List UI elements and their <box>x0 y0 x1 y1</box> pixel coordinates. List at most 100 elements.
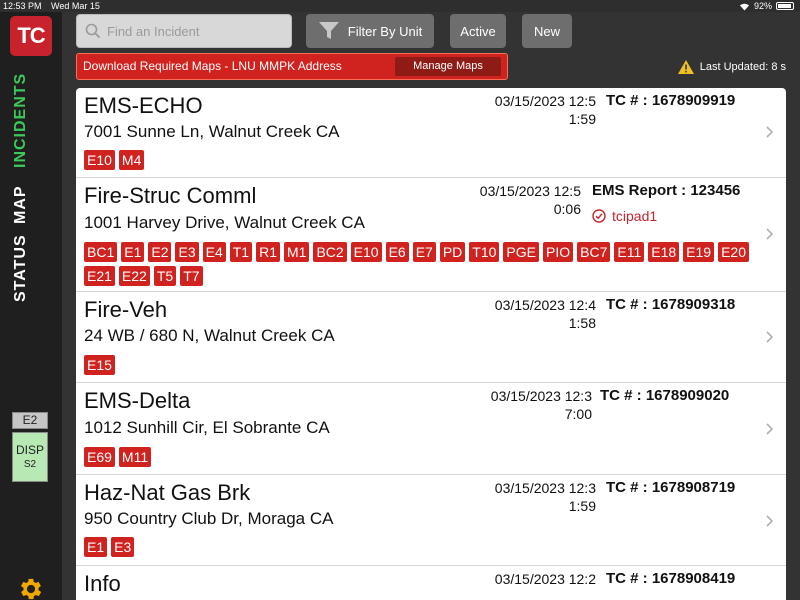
incident-type: Fire-Struc Comml <box>84 183 257 208</box>
unit-list: E10 M4 <box>84 150 764 170</box>
unit-list: E15 <box>84 355 764 375</box>
incident-address: 950 Country Club Dr, Moraga CA <box>84 509 334 528</box>
status-time: 12:53 PM <box>3 1 42 11</box>
unit-list: E69 M11 <box>84 447 764 467</box>
incident-row[interactable]: Fire-Veh 24 WB / 680 N, Walnut Creek CA … <box>76 292 786 383</box>
incident-list: EMS-ECHO 7001 Sunne Ln, Walnut Creek CA … <box>76 88 786 600</box>
unit-badge: E11 <box>614 242 645 262</box>
unit-badge: BC7 <box>577 242 611 262</box>
unit-badge: E15 <box>84 355 115 375</box>
incident-datetime-line2: 0:06 <box>553 201 581 217</box>
chevron-right-icon <box>766 126 774 138</box>
incident-datetime: 03/15/2023 12:3 7:00 <box>491 387 592 423</box>
unit-badge: T1 <box>229 242 253 262</box>
incident-ems-user: tcipad1 <box>592 208 657 224</box>
unit-badge: T10 <box>469 242 500 262</box>
incident-address: 1012 Sunhill Cir, El Sobrante CA <box>84 418 330 437</box>
incident-datetime: 03/15/2023 12:5 1:59 <box>495 92 596 128</box>
chevron-right-icon <box>766 331 774 343</box>
device-status-bar: 12:53 PM Wed Mar 15 92% <box>0 0 800 12</box>
incident-datetime-line2: 7:00 <box>564 406 592 422</box>
unit-badge: T5 <box>153 266 177 286</box>
incident-type: EMS-ECHO <box>84 93 203 118</box>
battery-percent: 92% <box>753 1 772 11</box>
app-logo: TC <box>10 16 52 56</box>
incident-datetime-line2: 1:59 <box>568 111 596 127</box>
unit-badge: PIO <box>543 242 574 262</box>
dispatch-status-button[interactable]: DISP S2 <box>12 432 48 482</box>
unit-badge: BC2 <box>313 242 347 262</box>
last-updated-text: Last Updated: 8 s <box>699 61 786 73</box>
dispatch-status-sub: S2 <box>23 459 37 470</box>
incident-row[interactable]: Info 03/15/2023 12:2 TC # : 1678908419 <box>76 566 786 600</box>
incident-tc-number: TC # : 1678908719 <box>606 479 736 496</box>
incident-address: 7001 Sunne Ln, Walnut Creek CA <box>84 122 340 141</box>
unit-list: BC1 E1 E2 E3 E4 T1 R1 M1 BC2 E10 E6 E7 P… <box>84 242 764 286</box>
unit-badge: E22 <box>118 266 150 286</box>
unit-badge: E6 <box>385 242 409 262</box>
search-box[interactable] <box>76 14 292 48</box>
incident-type: Haz-Nat Gas Brk <box>84 480 251 505</box>
incident-datetime: 03/15/2023 12:3 1:59 <box>495 479 596 515</box>
incident-address: 1001 Harvey Drive, Walnut Creek CA <box>84 213 365 232</box>
incident-tc-number: TC # : 1678909020 <box>600 387 730 404</box>
incident-datetime-line2: 1:58 <box>568 315 596 331</box>
incident-type: Info <box>84 571 121 596</box>
unit-list: E1 E3 <box>84 537 764 557</box>
incident-row[interactable]: Fire-Struc Comml 1001 Harvey Drive, Waln… <box>76 178 786 292</box>
unit-badge: BC1 <box>84 242 118 262</box>
manage-maps-button[interactable]: Manage Maps <box>395 57 501 76</box>
dispatch-status-label: DISP <box>15 443 44 457</box>
unit-badge: R1 <box>256 242 280 262</box>
unit-badge: E20 <box>718 242 749 262</box>
incident-datetime-line1: 03/15/2023 12:3 <box>490 388 592 404</box>
sidebar-item-status[interactable]: STATUS <box>12 230 30 302</box>
new-button[interactable]: New <box>522 14 572 48</box>
incident-tc-number: TC # : 1678908419 <box>606 570 736 587</box>
sidebar-item-incidents[interactable]: INCIDENTS <box>12 68 30 168</box>
unit-badge: E19 <box>683 242 715 262</box>
incident-datetime-line1: 03/15/2023 12:5 <box>479 183 581 199</box>
unit-badge: M4 <box>118 150 145 170</box>
unit-badge: E10 <box>84 150 115 170</box>
last-updated: Last Updated: 8 s <box>677 60 786 74</box>
incident-datetime: 03/15/2023 12:5 0:06 <box>480 182 581 218</box>
incident-row[interactable]: Haz-Nat Gas Brk 950 Country Club Dr, Mor… <box>76 475 786 566</box>
ems-user-name: tcipad1 <box>612 208 658 224</box>
unit-badge: E4 <box>202 242 226 262</box>
unit-badge: E21 <box>84 266 115 286</box>
incident-tc-number: TC # : 1678909919 <box>606 92 736 109</box>
incident-datetime-line2: 1:59 <box>568 498 596 514</box>
incident-ems-report: EMS Report : 123456 <box>592 182 741 199</box>
chevron-right-icon <box>766 228 774 240</box>
incident-type: EMS-Delta <box>84 388 191 413</box>
incident-datetime-line1: 03/15/2023 12:5 <box>494 93 596 109</box>
incident-datetime-line1: 03/15/2023 12:2 <box>494 571 596 587</box>
warning-icon <box>677 60 694 74</box>
incident-datetime-line1: 03/15/2023 12:3 <box>494 480 596 496</box>
sidebar-item-map[interactable]: MAP <box>12 174 30 224</box>
search-input[interactable] <box>107 15 287 47</box>
active-button[interactable]: Active <box>450 14 506 48</box>
filter-by-unit-button[interactable]: Filter By Unit <box>306 14 434 48</box>
incident-row[interactable]: EMS-ECHO 7001 Sunne Ln, Walnut Creek CA … <box>76 88 786 178</box>
filter-label: Filter By Unit <box>347 23 423 39</box>
unit-badge: E2 <box>148 242 172 262</box>
incident-address: 24 WB / 680 N, Walnut Creek CA <box>84 326 335 345</box>
unit-badge: PD <box>439 242 466 262</box>
incident-row[interactable]: EMS-Delta 1012 Sunhill Cir, El Sobrante … <box>76 383 786 475</box>
unit-tag: E2 <box>12 412 48 429</box>
incident-tc-number: TC # : 1678909318 <box>606 296 736 313</box>
unit-badge: E1 <box>84 537 108 557</box>
incident-datetime: 03/15/2023 12:2 <box>495 570 596 588</box>
search-icon <box>85 23 101 39</box>
gear-icon[interactable] <box>17 575 45 600</box>
unit-badge: M1 <box>283 242 310 262</box>
incident-datetime: 03/15/2023 12:4 1:58 <box>495 296 596 332</box>
unit-badge: M11 <box>118 447 152 467</box>
unit-badge: E3 <box>111 537 135 557</box>
status-date: Wed Mar 15 <box>51 1 100 11</box>
unit-badge: E10 <box>350 242 382 262</box>
unit-badge: PGE <box>503 242 539 262</box>
unit-badge: E3 <box>175 242 199 262</box>
